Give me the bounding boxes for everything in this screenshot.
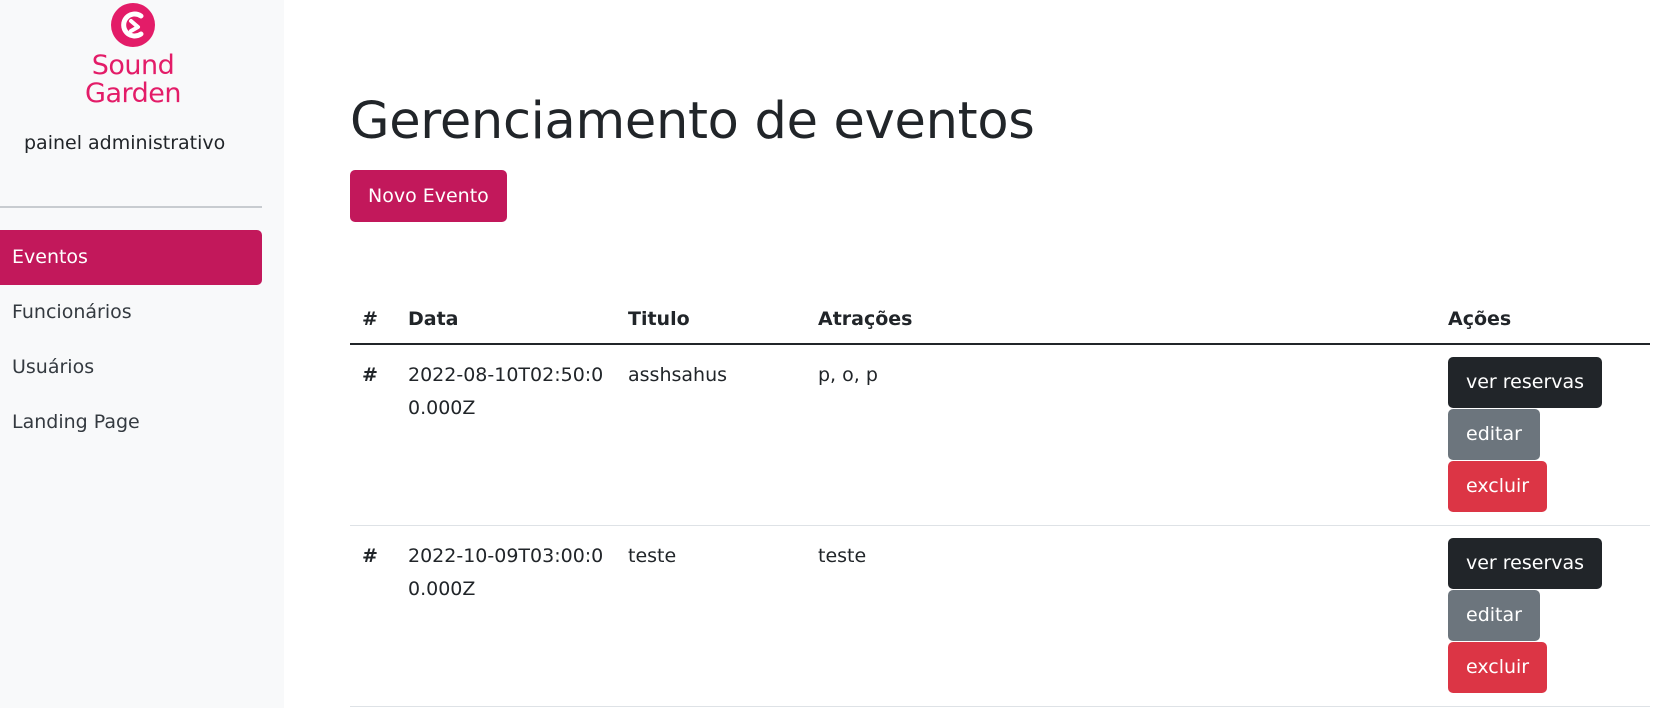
row-atracoes: p, o, p bbox=[806, 344, 1436, 526]
sound-garden-logo-icon bbox=[111, 3, 155, 47]
new-event-button[interactable]: Novo Evento bbox=[350, 170, 507, 222]
view-reservations-button[interactable]: ver reservas bbox=[1448, 538, 1603, 589]
sidebar-item-eventos[interactable]: Eventos bbox=[0, 230, 262, 285]
view-reservations-button[interactable]: ver reservas bbox=[1448, 357, 1603, 408]
row-actions: ver reservas editar excluir bbox=[1436, 525, 1650, 707]
sidebar-item-landing-page[interactable]: Landing Page bbox=[0, 395, 262, 450]
row-titulo: teste bbox=[616, 525, 806, 707]
table-row: # 2022-08-10T02:50:00.000Z asshsahus p, … bbox=[350, 344, 1650, 526]
row-atracoes: teste bbox=[806, 525, 1436, 707]
panel-subtitle: painel administrativo bbox=[24, 132, 226, 154]
brand-name: Sound Garden bbox=[0, 52, 266, 108]
row-actions: ver reservas editar excluir bbox=[1436, 344, 1650, 526]
sidebar-item-usuarios[interactable]: Usuários bbox=[0, 340, 262, 395]
header-acoes: Ações bbox=[1436, 294, 1650, 345]
row-num: # bbox=[350, 525, 396, 707]
brand-name-line1: Sound bbox=[91, 50, 175, 81]
sidebar-divider bbox=[0, 206, 262, 208]
sidebar-item-funcionarios[interactable]: Funcionários bbox=[0, 285, 262, 340]
row-titulo: asshsahus bbox=[616, 344, 806, 526]
brand-name-line2: Garden bbox=[85, 78, 181, 109]
sidebar: Sound Garden painel administrativo Event… bbox=[0, 0, 284, 708]
delete-button[interactable]: excluir bbox=[1448, 642, 1548, 693]
sidebar-nav: Eventos Funcionários Usuários Landing Pa… bbox=[0, 230, 262, 450]
row-num: # bbox=[350, 344, 396, 526]
row-data: 2022-10-09T03:00:00.000Z bbox=[396, 525, 616, 707]
page-title: Gerenciamento de eventos bbox=[350, 92, 1035, 151]
delete-button[interactable]: excluir bbox=[1448, 461, 1548, 512]
edit-button[interactable]: editar bbox=[1448, 590, 1540, 641]
header-data: Data bbox=[396, 294, 616, 345]
header-atracoes: Atrações bbox=[806, 294, 1436, 345]
header-titulo: Titulo bbox=[616, 294, 806, 345]
edit-button[interactable]: editar bbox=[1448, 409, 1540, 460]
brand-logo[interactable]: Sound Garden bbox=[0, 0, 266, 112]
events-table: # Data Titulo Atrações Ações # 2022-08-1… bbox=[350, 294, 1650, 707]
row-data: 2022-08-10T02:50:00.000Z bbox=[396, 344, 616, 526]
main-content: Gerenciamento de eventos Novo Evento # D… bbox=[350, 0, 1660, 708]
table-header-row: # Data Titulo Atrações Ações bbox=[350, 294, 1650, 345]
header-num: # bbox=[350, 294, 396, 345]
table-row: # 2022-10-09T03:00:00.000Z teste teste v… bbox=[350, 525, 1650, 707]
